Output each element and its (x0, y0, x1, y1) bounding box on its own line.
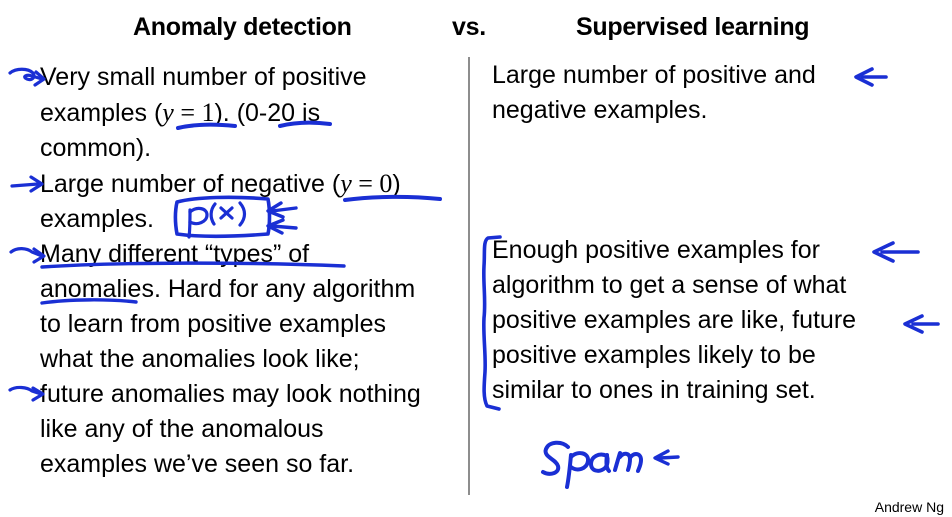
left-b4-l2-text: like any of the anomalous (40, 415, 324, 443)
right-column: Large number of positive and negative ex… (492, 58, 932, 408)
handwritten-spam-text (541, 440, 643, 489)
left-bullet-2-line-2: examples. (40, 202, 464, 237)
left-b3-l1-text: Many different “types” of (40, 240, 310, 268)
left-b3-l4-text: what the anomalies look like; (40, 345, 360, 373)
left-b2-l2-text: examples. (40, 205, 154, 233)
left-bullet-3-line-3: to learn from positive examples (40, 307, 464, 342)
math-y-2: y (340, 169, 352, 198)
math-eq-1: = (173, 98, 202, 127)
math-eq-2: = (351, 169, 380, 198)
left-b1-l2-seg5: ). ( (214, 99, 246, 127)
right-column-gap (492, 128, 932, 233)
left-bullet-3-line-2: anomalies. Hard for any algorithm (40, 272, 464, 307)
left-bullet-2-line-1: Large number of negative (y = 0) (40, 166, 464, 202)
left-b1-l2-seg1: examples ( (40, 99, 163, 127)
right-p2-line-4: positive examples likely to be (492, 341, 816, 369)
left-b3-l2-text: anomalies. Hard for any algorithm (40, 275, 416, 303)
left-bullet-4-line-3: examples we’ve seen so far. (40, 447, 464, 482)
left-b4-l3-text: examples we’ve seen so far. (40, 450, 355, 478)
left-bullet-1-line-3: common). (40, 131, 464, 166)
left-b2-l1-seg5: ) (392, 170, 401, 198)
right-p2-line-3: positive examples are like, future (492, 306, 857, 334)
left-bullet-3-line-1: Many different “types” of (40, 237, 464, 272)
bullet-arrow-icon-1 (8, 67, 46, 87)
bullet-arrow-icon-4 (8, 385, 45, 402)
left-b1-l3-text: common). (40, 134, 152, 162)
right-p2-line-5: similar to ones in training set. (492, 376, 816, 404)
math-y-1: y (162, 98, 174, 127)
left-bullet-4-line-1: future anomalies may look nothing (40, 377, 464, 412)
left-bullet-1-line-2: examples (y = 1). (0-20 is (40, 95, 464, 131)
math-one: 1 (201, 98, 215, 127)
column-divider (468, 57, 470, 495)
left-bullet-4-line-2: like any of the anomalous (40, 412, 464, 447)
right-p1-line-2: negative examples. (492, 96, 708, 124)
left-b1-l1-text: Very small number of positive (40, 63, 367, 91)
right-p2-line-2: algorithm to get a sense of what (492, 271, 847, 299)
math-zero: 0 (379, 169, 393, 198)
right-p1-line-1: Large number of positive and (492, 61, 816, 89)
spam-pointer-arrow (653, 449, 680, 466)
left-b1-l2-range: 0-20 (245, 99, 296, 127)
left-b2-l1-seg1: Large number of negative ( (40, 170, 341, 198)
author-credit: Andrew Ng (874, 499, 944, 515)
page-title-right: Supervised learning (576, 13, 810, 41)
page-title-vs: vs. (452, 13, 486, 41)
left-b4-l1-text: future anomalies may look nothing (40, 380, 421, 408)
left-column: Very small number of positive examples (… (40, 60, 464, 482)
left-bullet-3-line-4: what the anomalies look like; (40, 342, 464, 377)
left-b1-l2-seg7: is (295, 99, 321, 127)
bullet-arrow-icon-2 (10, 175, 44, 193)
left-bullet-1-line-1: Very small number of positive (40, 60, 464, 95)
page-title-left: Anomaly detection (133, 13, 352, 41)
slide-title-row: Anomaly detection vs. Supervised learnin… (0, 13, 952, 47)
right-p2-line-1: Enough positive examples for (492, 236, 820, 264)
left-b3-l3-text: to learn from positive examples (40, 310, 386, 338)
